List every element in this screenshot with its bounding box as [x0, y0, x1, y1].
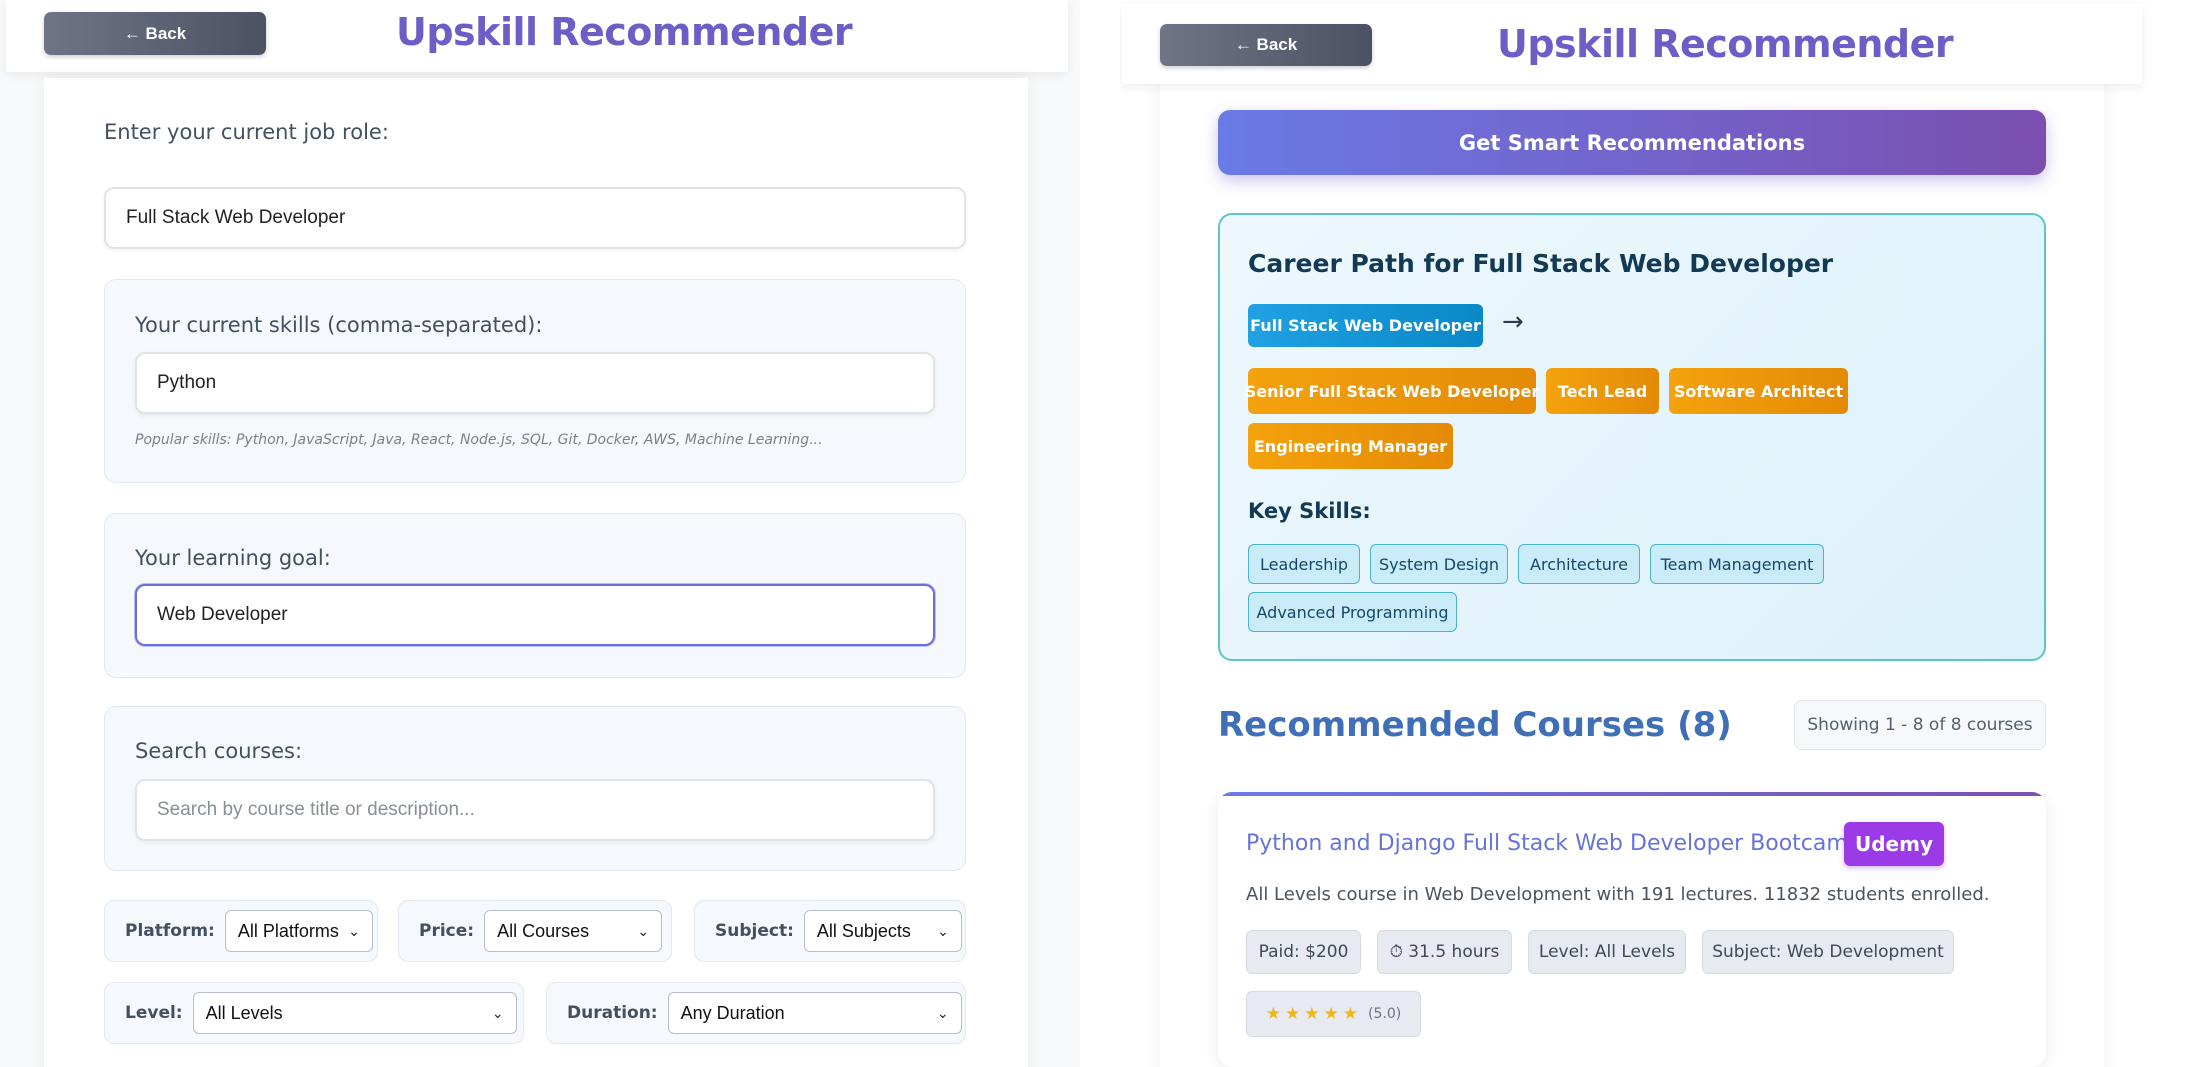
- course-description: All Levels course in Web Development wit…: [1246, 884, 1990, 905]
- skills-label: Your current skills (comma-separated):: [135, 313, 543, 337]
- course-card-accent: [1218, 792, 2046, 796]
- price-select[interactable]: All Courses ⌄: [484, 910, 663, 952]
- course-card[interactable]: Python and Django Full Stack Web Develop…: [1218, 792, 2046, 1067]
- subject-filter-label: Subject:: [715, 921, 794, 941]
- chevron-down-icon: ⌄: [937, 922, 949, 939]
- price-tag: Paid: $200: [1246, 930, 1361, 974]
- search-label: Search courses:: [135, 739, 303, 763]
- app-title: Upskill Recommender: [1497, 22, 1954, 66]
- rating-tag: ★★★★★ (5.0): [1246, 991, 1421, 1037]
- platform-select[interactable]: All Platforms ⌄: [224, 910, 373, 952]
- get-recommendations-button[interactable]: Get Smart Recommendations: [1218, 110, 2046, 175]
- chevron-down-icon: ⌄: [936, 1004, 949, 1021]
- current-role-chip: Full Stack Web Developer: [1248, 304, 1483, 347]
- top-header: ← Back Upskill Recommender: [1122, 4, 2142, 84]
- back-button[interactable]: ← Back: [1160, 24, 1372, 66]
- goal-section: Your learning goal: Web Developer: [104, 513, 966, 678]
- skills-section: Your current skills (comma-separated): P…: [104, 279, 966, 483]
- price-filter: Price: All Courses ⌄: [398, 900, 672, 962]
- left-panel: ← Back Upskill Recommender Enter your cu…: [0, 0, 1080, 1067]
- next-role-chip: Senior Full Stack Web Developer: [1245, 368, 1539, 414]
- next-role-chip: Engineering Manager: [1248, 423, 1453, 469]
- level-filter: Level: All Levels ⌄: [104, 982, 524, 1044]
- duration-select[interactable]: Any Duration ⌄: [667, 992, 962, 1034]
- level-select-value: All Levels: [205, 1002, 283, 1023]
- search-section: Search courses: Search by course title o…: [104, 706, 966, 871]
- price-filter-label: Price:: [419, 921, 475, 941]
- key-skills-label: Key Skills:: [1248, 499, 1371, 523]
- duration-filter-label: Duration:: [567, 1003, 658, 1023]
- top-header: ← Back Upskill Recommender: [6, 0, 1068, 72]
- subject-select-value: All Subjects: [816, 920, 911, 941]
- app-title: Upskill Recommender: [396, 10, 853, 54]
- recommended-courses-heading: Recommended Courses (8): [1218, 705, 1732, 745]
- career-path-panel: Career Path for Full Stack Web Developer…: [1218, 213, 2046, 661]
- skills-input[interactable]: Python: [135, 352, 935, 414]
- rating-value: (5.0): [1368, 1006, 1402, 1022]
- goal-input[interactable]: Web Developer: [135, 584, 935, 646]
- job-role-label: Enter your current job role:: [104, 120, 389, 144]
- job-role-input[interactable]: Full Stack Web Developer: [104, 187, 966, 249]
- star-rating-icon: ★★★★★: [1265, 1004, 1362, 1024]
- chevron-down-icon: ⌄: [491, 1004, 504, 1021]
- duration-filter: Duration: Any Duration ⌄: [546, 982, 966, 1044]
- duration-tag: ⏱ 31.5 hours: [1377, 930, 1512, 974]
- level-filter-label: Level:: [125, 1003, 183, 1023]
- popular-skills-hint: Popular skills: Python, JavaScript, Java…: [135, 432, 823, 448]
- search-input[interactable]: Search by course title or description...: [135, 779, 935, 841]
- subject-select[interactable]: All Subjects ⌄: [803, 910, 962, 952]
- platform-filter-label: Platform:: [125, 921, 215, 941]
- platform-badge: Udemy: [1844, 822, 1944, 866]
- subject-tag: Subject: Web Development: [1702, 930, 1954, 974]
- back-button[interactable]: ← Back: [44, 12, 266, 55]
- next-role-chip: Software Architect: [1669, 368, 1848, 414]
- key-skill-tag: Advanced Programming: [1248, 592, 1457, 632]
- level-tag: Level: All Levels: [1528, 930, 1686, 974]
- platform-select-value: All Platforms: [237, 920, 339, 941]
- right-panel: ← Back Upskill Recommender Get Smart Rec…: [1120, 0, 2194, 1067]
- duration-select-value: Any Duration: [680, 1002, 785, 1023]
- arrow-right-icon: →: [1502, 307, 1524, 337]
- key-skill-tag: Leadership: [1248, 544, 1360, 584]
- price-select-value: All Courses: [497, 920, 590, 941]
- chevron-down-icon: ⌄: [637, 922, 650, 939]
- subject-filter: Subject: All Subjects ⌄: [694, 900, 966, 962]
- key-skill-tag: Team Management: [1650, 544, 1824, 584]
- platform-filter: Platform: All Platforms ⌄: [104, 900, 378, 962]
- key-skill-tag: Architecture: [1518, 544, 1640, 584]
- panel-divider: [1080, 0, 1120, 1067]
- results-count: Showing 1 - 8 of 8 courses: [1794, 700, 2046, 750]
- level-select[interactable]: All Levels ⌄: [192, 992, 517, 1034]
- chevron-down-icon: ⌄: [348, 922, 360, 939]
- goal-label: Your learning goal:: [135, 546, 331, 570]
- key-skill-tag: System Design: [1370, 544, 1508, 584]
- course-title[interactable]: Python and Django Full Stack Web Develop…: [1246, 831, 1862, 856]
- next-role-chip: Tech Lead: [1546, 368, 1659, 414]
- career-path-title: Career Path for Full Stack Web Developer: [1248, 249, 1834, 278]
- form-card: Enter your current job role: Full Stack …: [44, 78, 1028, 1067]
